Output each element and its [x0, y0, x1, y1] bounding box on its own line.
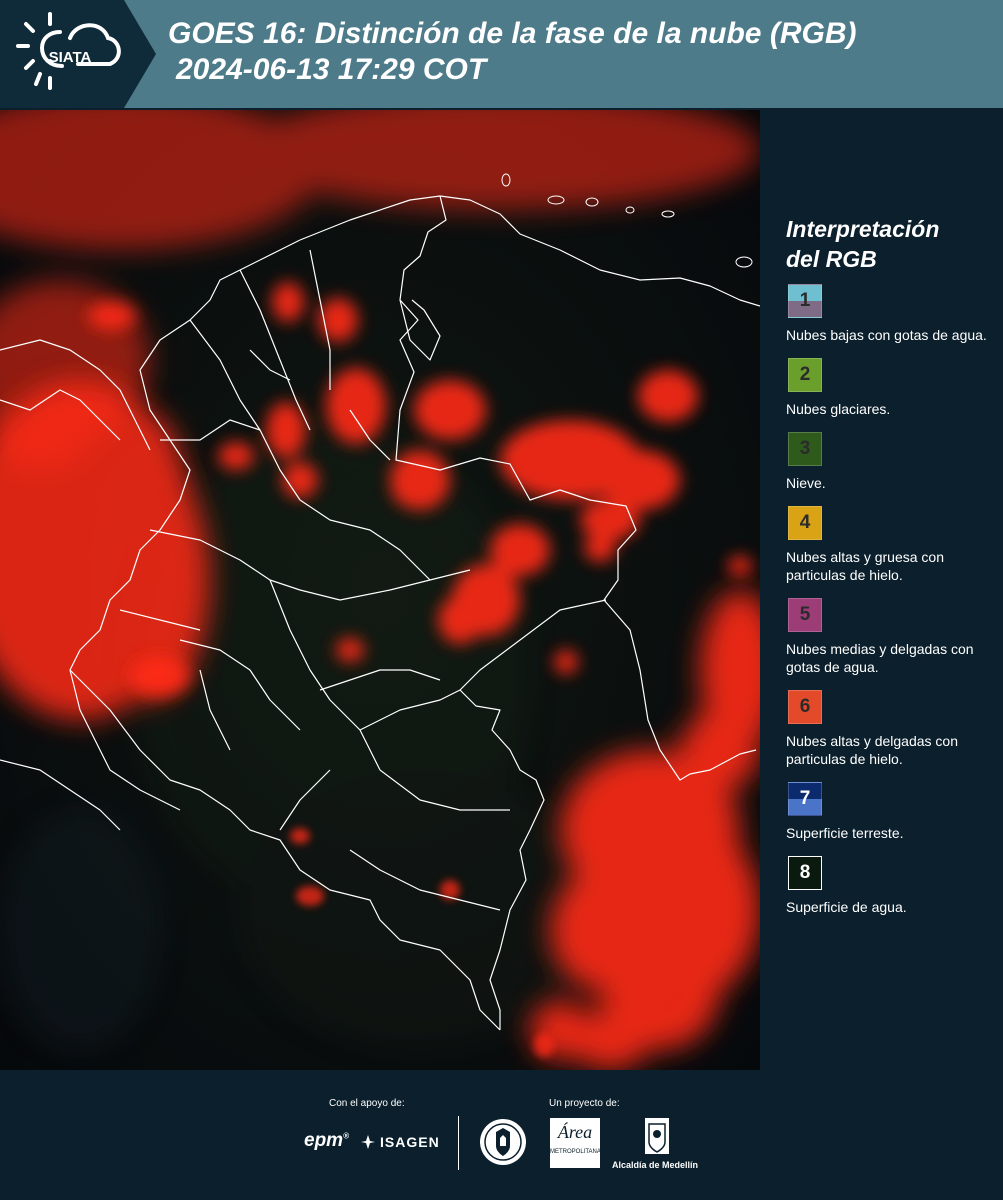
legend-number: 8 [799, 862, 811, 883]
legend-label: Nubes glaciares. [786, 401, 891, 417]
legend-swatch: 4 [788, 506, 822, 540]
title-line-1: GOES 16: Distinción de la fase de la nub… [168, 17, 857, 50]
footer: Con el apoyo de: Un proyecto de: epm® IS… [0, 1072, 1003, 1200]
area-logo-text: Área [557, 1122, 593, 1142]
page-title: GOES 16: Distinción de la fase de la nub… [168, 16, 988, 88]
legend-number: 6 [799, 696, 811, 717]
legend-swatch: 5 [788, 598, 822, 632]
university-seal-logo [480, 1119, 526, 1165]
legend-number: 7 [799, 788, 811, 809]
project-label: Un proyecto de: [549, 1098, 620, 1109]
legend-swatch: 1 [788, 284, 822, 318]
legend-number: 2 [799, 364, 811, 385]
legend-title: Interpretación del RGB [786, 214, 976, 274]
legend-number: 3 [799, 438, 811, 459]
satellite-map[interactable] [0, 110, 760, 1070]
legend-label: Nubes altas y gruesa con particulas de h… [786, 549, 944, 583]
siata-logo: SIATA [16, 12, 121, 90]
footer-divider [458, 1116, 459, 1170]
rgb-satellite-image [0, 110, 760, 1070]
legend-label: Superficie terreste. [786, 825, 904, 841]
legend-title-line-2: del RGB [786, 246, 877, 272]
area-logo-subtext: METROPOLITANA [550, 1149, 601, 1155]
legend-item: 8 Superficie de agua. [786, 856, 996, 916]
legend-label: Nubes altas y delgadas con particulas de… [786, 733, 958, 767]
rgb-legend: Interpretación del RGB 1 Nubes bajas con … [786, 214, 996, 930]
legend-items: 1 Nubes bajas con gotas de agua. 2 Nubes gl… [786, 284, 996, 916]
legend-label: Nieve. [786, 475, 826, 491]
legend-swatch: 2 [788, 358, 822, 392]
legend-item: 3 Nieve. [786, 432, 996, 492]
legend-title-line-1: Interpretación [786, 216, 940, 242]
isagen-logo: ISAGEN [360, 1134, 440, 1150]
legend-swatch: 6 [788, 690, 822, 724]
legend-item: 2 Nubes glaciares. [786, 358, 996, 418]
legend-number: 1 [799, 290, 811, 311]
alcaldia-crest-logo [645, 1118, 669, 1154]
siata-logo-text: SIATA [49, 49, 92, 66]
legend-item: 6 Nubes altas y delgadas con particulas d… [786, 690, 996, 768]
legend-number: 4 [799, 512, 811, 533]
isagen-logo-text: ISAGEN [380, 1134, 440, 1150]
title-timestamp: 2024-06-13 17:29 COT [176, 53, 487, 86]
alcaldia-logo-text: Alcaldía de Medellín [612, 1160, 699, 1170]
epm-logo-text: epm [304, 1130, 344, 1151]
legend-label: Superficie de agua. [786, 899, 907, 915]
header: SIATA GOES 16: Distinción de la fase de … [0, 0, 1003, 108]
legend-swatch: 3 [788, 432, 822, 466]
legend-item: 1 Nubes bajas con gotas de agua. [786, 284, 996, 344]
legend-swatch: 7 [788, 782, 822, 816]
isagen-mark-icon [361, 1135, 375, 1149]
legend-label: Nubes medias y delgadas con gotas de agu… [786, 641, 974, 675]
legend-item: 5 Nubes medias y delgadas con gotas de ag… [786, 598, 996, 676]
epm-logo: epm® [304, 1130, 349, 1151]
legend-item: 4 Nubes altas y gruesa con particulas de … [786, 506, 996, 584]
area-metropolitana-logo: Área METROPOLITANA [550, 1118, 601, 1168]
legend-number: 5 [799, 604, 811, 625]
legend-swatch: 8 [788, 856, 822, 890]
support-label: Con el apoyo de: [329, 1098, 405, 1109]
legend-label: Nubes bajas con gotas de agua. [786, 327, 987, 343]
legend-item: 7 Superficie terreste. [786, 782, 996, 842]
